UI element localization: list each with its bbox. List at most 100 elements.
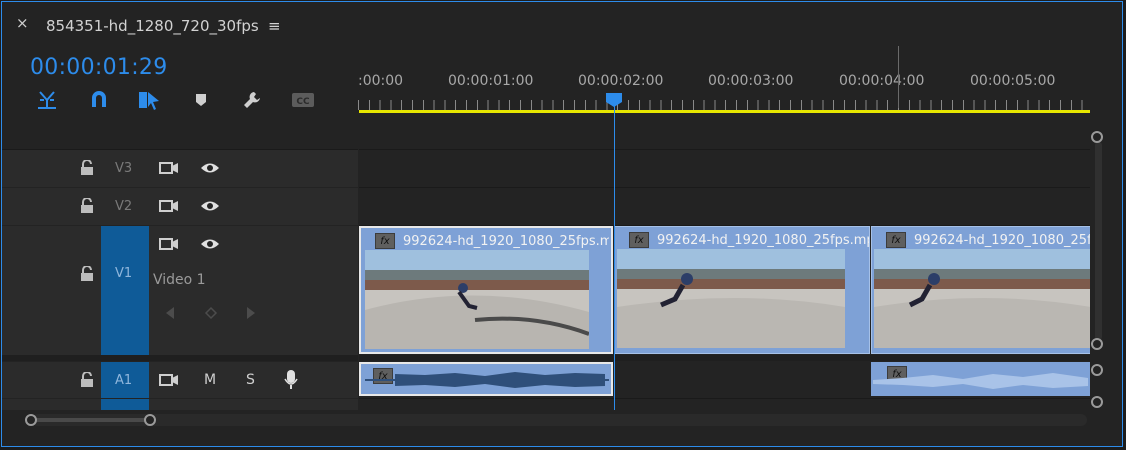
track-label-v2[interactable]: V2 [115, 199, 132, 214]
track-name-v1[interactable]: Video 1 [153, 272, 206, 288]
sequence-tab-title[interactable]: 854351-hd_1280_720_30fps [46, 17, 259, 35]
film-icon [159, 238, 178, 250]
lock-icon[interactable] [80, 266, 94, 282]
audio-clip-2[interactable]: fx [871, 362, 1090, 396]
audio-clip-1[interactable]: fx [359, 362, 613, 396]
snap-icon [38, 91, 56, 109]
toggle-output-button[interactable] [198, 156, 222, 180]
zoom-handle-left[interactable] [25, 414, 37, 426]
horizontal-scroll-track[interactable] [32, 414, 1087, 426]
ruler-label: 00:00:02:00 [578, 73, 664, 89]
close-tab-button[interactable]: × [16, 14, 29, 32]
clip-thumbnail [617, 249, 845, 348]
skatepark-thumbnail-image [874, 249, 1091, 348]
mute-button[interactable]: M [204, 372, 216, 388]
track-header-a2[interactable] [2, 399, 358, 410]
work-area-bar[interactable] [359, 110, 1090, 113]
sync-lock-button[interactable] [157, 194, 181, 218]
linked-selection-icon [139, 92, 159, 110]
eye-icon [201, 239, 219, 249]
clip-thumbnail [365, 250, 589, 349]
fx-badge: fx [375, 233, 395, 249]
vertical-scroll-handle-bottom[interactable] [1091, 338, 1103, 350]
audio-scroll-handle-top[interactable] [1091, 364, 1103, 376]
voice-over-record-icon[interactable] [284, 369, 298, 391]
track-header-v2[interactable]: V2 [2, 188, 358, 225]
divider [359, 149, 1090, 150]
svg-text:CC: CC [296, 97, 310, 107]
solo-button[interactable]: S [246, 372, 255, 388]
video-clip-2[interactable]: fx 992624-hd_1920_1080_25fps.mp4 [614, 226, 870, 354]
toggle-output-button[interactable] [198, 194, 222, 218]
fx-badge: fx [629, 232, 649, 248]
film-icon [159, 200, 178, 212]
playhead-timecode[interactable]: 00:00:01:29 [30, 55, 168, 80]
track-label-v3[interactable]: V3 [115, 161, 132, 176]
clip-title: 992624-hd_1920_1080_25fps.mp4 [657, 233, 869, 248]
video-audio-divider[interactable] [2, 355, 358, 361]
divider [359, 187, 1090, 188]
ruler-label: 00:00:05:00 [970, 73, 1056, 89]
horizontal-scroll-thumb[interactable] [34, 418, 152, 422]
track-header-v1[interactable]: V1 Video 1 [2, 226, 358, 355]
horizontal-scrollbar[interactable] [2, 410, 1122, 446]
wrench-icon [244, 92, 260, 108]
linked-magnet-button[interactable] [86, 89, 112, 111]
in-point-marker [898, 46, 899, 108]
film-icon [159, 162, 178, 174]
playhead-handle-icon[interactable] [605, 92, 623, 108]
audio-waveform [365, 372, 609, 388]
audio-waveform [873, 373, 1088, 389]
snap-button[interactable] [34, 89, 60, 111]
vertical-scroll-track[interactable] [1095, 142, 1102, 340]
track-header-v3[interactable]: V3 [2, 150, 358, 187]
vertical-scroll-handle-top[interactable] [1091, 131, 1103, 143]
panel-tab-bar: × 854351-hd_1280_720_30fps ≡ [2, 2, 1122, 46]
source-patch-v1[interactable]: V1 [101, 226, 149, 355]
toggle-output-button[interactable] [198, 232, 222, 256]
add-marker-button[interactable] [188, 89, 214, 111]
magnet-icon [92, 91, 106, 107]
lock-icon[interactable] [80, 372, 94, 388]
divider [359, 398, 1090, 399]
sync-lock-button[interactable] [157, 368, 181, 392]
panel-menu-button[interactable]: ≡ [268, 17, 281, 35]
captions-icon: CC [292, 93, 314, 107]
sequence-panel: × 854351-hd_1280_720_30fps ≡ 00:00:01:29 [1, 1, 1123, 447]
ruler-label: 00:00:03:00 [708, 73, 794, 89]
captions-button[interactable]: CC [290, 89, 316, 111]
clip-thumbnail [874, 249, 1091, 348]
clip-title: 992624-hd_1920_1080_25fps.mp4 [914, 233, 1090, 248]
track-header-a1[interactable]: A1 M S [2, 362, 358, 398]
skatepark-thumbnail-image [365, 250, 589, 349]
video-audio-divider [359, 355, 1090, 361]
zoom-handle-right[interactable] [144, 414, 156, 426]
source-patch-a2[interactable] [101, 399, 149, 410]
timeline-settings-button[interactable] [239, 89, 265, 111]
playhead-line[interactable] [614, 106, 615, 412]
lock-icon[interactable] [80, 198, 94, 214]
source-patch-a1[interactable]: A1 [101, 362, 149, 398]
track-label-a1: A1 [115, 373, 133, 388]
lock-icon[interactable] [80, 160, 94, 176]
previous-keyframe-icon[interactable] [164, 306, 176, 320]
sync-lock-button[interactable] [157, 232, 181, 256]
linked-selection-button[interactable] [136, 89, 162, 111]
video-clip-1[interactable]: fx 992624-hd_1920_1080_25fps.mp4 [359, 226, 613, 354]
track-headers: V3 V2 V1 Video 1 A1 M S [2, 114, 358, 410]
eye-icon [201, 201, 219, 211]
audio-scroll-handle-bottom[interactable] [1091, 396, 1103, 408]
clip-title: 992624-hd_1920_1080_25fps.mp4 [403, 234, 609, 249]
next-keyframe-icon[interactable] [245, 306, 257, 320]
sync-lock-button[interactable] [157, 156, 181, 180]
ruler-ticks [358, 100, 1090, 110]
ruler-label: :00:00 [358, 73, 404, 89]
ruler-label: 00:00:04:00 [839, 73, 925, 89]
video-clip-3[interactable]: fx 992624-hd_1920_1080_25fps.mp4 [871, 226, 1091, 354]
add-marker-icon [196, 94, 206, 106]
film-icon [159, 374, 178, 386]
skatepark-thumbnail-image [617, 249, 845, 348]
add-keyframe-icon[interactable] [204, 306, 218, 320]
ruler-label: 00:00:01:00 [448, 73, 534, 89]
fx-badge: fx [886, 232, 906, 248]
